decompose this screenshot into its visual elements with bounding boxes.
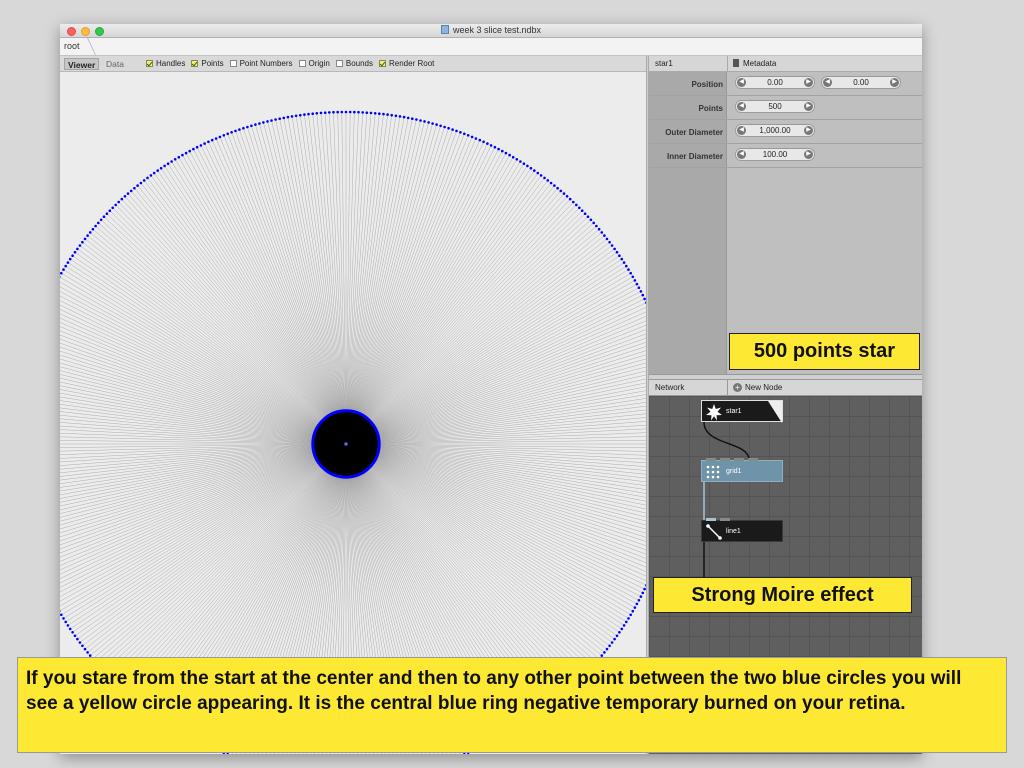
new-node-button[interactable]: + New Node: [733, 383, 782, 392]
node-label: grid1: [726, 468, 742, 475]
outer-diameter-field[interactable]: ◀ 1,000.00 ▶: [735, 124, 815, 137]
decrement-icon[interactable]: ◀: [737, 78, 746, 87]
node-name-label: star1: [655, 59, 673, 68]
header-divider: [727, 380, 728, 396]
point-numbers-label: Point Numbers: [239, 59, 293, 68]
origin-checkbox[interactable]: [298, 60, 306, 67]
viewer-canvas[interactable]: [60, 72, 646, 754]
tab-data[interactable]: Data: [103, 58, 127, 70]
option-points[interactable]: Points: [191, 59, 224, 68]
node-star1[interactable]: star1: [701, 400, 783, 423]
viewer-toolbar: Viewer Data Handles Points Point Numbers Or…: [60, 56, 646, 72]
increment-icon[interactable]: ▶: [804, 102, 813, 111]
node-label: line1: [726, 528, 741, 535]
input-port[interactable]: [706, 458, 716, 461]
tab-viewer[interactable]: Viewer: [64, 58, 100, 70]
grid-icon: [706, 465, 720, 479]
outer-diameter-label: Outer Diameter: [665, 128, 723, 137]
inner-diameter-label: Inner Diameter: [666, 152, 723, 161]
input-port[interactable]: [720, 458, 730, 461]
input-port[interactable]: [720, 518, 730, 521]
breadcrumb-chevron-icon: [78, 38, 96, 55]
input-port[interactable]: [748, 458, 758, 461]
breadcrumb-root[interactable]: root: [64, 41, 80, 51]
metadata-icon: [733, 59, 739, 67]
decrement-icon[interactable]: ◀: [737, 150, 746, 159]
position-y-field[interactable]: ◀ 0.00 ▶: [821, 76, 901, 89]
metadata-button[interactable]: Metadata: [733, 59, 776, 68]
property-row-inner-diameter: Inner Diameter ◀ 100.00 ▶: [649, 144, 922, 168]
property-row-outer-diameter: Outer Diameter ◀ 1,000.00 ▶: [649, 120, 922, 144]
increment-icon[interactable]: ▶: [804, 150, 813, 159]
option-render-root[interactable]: Render Root: [379, 59, 434, 68]
increment-icon[interactable]: ▶: [890, 78, 899, 87]
window-title: week 3 slice test.ndbx: [60, 25, 922, 35]
node-grid1[interactable]: grid1: [701, 458, 783, 482]
line-icon: [706, 524, 722, 540]
node-corner-marker: [768, 401, 782, 423]
bounds-label: Bounds: [345, 59, 373, 68]
connection-star-grid: [703, 421, 750, 461]
bounds-checkbox[interactable]: [335, 60, 343, 67]
position-label: Position: [691, 80, 723, 89]
properties-panel: Position ◀ 0.00 ▶ ◀ 0.00 ▶ Points ◀ 500 ▶ Oute…: [649, 72, 922, 374]
network-label: Network: [655, 383, 685, 392]
star-icon: [706, 404, 722, 421]
node-label: star1: [726, 408, 742, 415]
app-window: week 3 slice test.ndbx root Viewer Data …: [60, 24, 922, 754]
viewer-options: Handles Points Point Numbers Origin Bounds Re…: [146, 59, 440, 68]
property-row-points: Points ◀ 500 ▶: [649, 96, 922, 120]
render-root-label: Render Root: [389, 59, 435, 68]
points-checkbox[interactable]: [191, 60, 199, 67]
handles-checkbox[interactable]: [146, 60, 153, 67]
explanation-note: If you stare from the start at the cente…: [17, 657, 1007, 753]
decrement-icon[interactable]: ◀: [823, 78, 832, 87]
increment-icon[interactable]: ▶: [804, 78, 813, 87]
option-origin[interactable]: Origin: [298, 59, 330, 68]
document-icon: [440, 25, 449, 34]
points-label: Points: [698, 104, 723, 113]
origin-label: Origin: [308, 59, 330, 68]
plus-icon: +: [733, 383, 742, 392]
render-root-checkbox[interactable]: [379, 60, 386, 67]
input-port[interactable]: [706, 518, 716, 521]
points-label: Points: [201, 59, 224, 68]
moire-callout: Strong Moire effect: [653, 577, 912, 613]
point-numbers-checkbox[interactable]: [229, 60, 237, 67]
node-line1[interactable]: line1: [701, 518, 783, 542]
decrement-icon[interactable]: ◀: [737, 102, 746, 111]
option-point-numbers[interactable]: Point Numbers: [229, 59, 293, 68]
center-handle[interactable]: [344, 442, 348, 446]
properties-header: star1 Metadata: [649, 56, 922, 72]
header-divider: [727, 56, 728, 72]
star-drawing: [60, 110, 646, 754]
handles-label: Handles: [156, 59, 186, 68]
input-port[interactable]: [734, 458, 744, 461]
star-callout: 500 points star: [729, 333, 920, 370]
position-x-field[interactable]: ◀ 0.00 ▶: [735, 76, 815, 89]
title-bar: week 3 slice test.ndbx: [60, 24, 922, 38]
increment-icon[interactable]: ▶: [804, 126, 813, 135]
decrement-icon[interactable]: ◀: [737, 126, 746, 135]
option-handles[interactable]: Handles: [146, 59, 185, 68]
option-bounds[interactable]: Bounds: [335, 59, 373, 68]
network-header: Network + New Node: [649, 380, 922, 396]
property-row-position: Position ◀ 0.00 ▶ ◀ 0.00 ▶: [649, 72, 922, 96]
breadcrumb: root: [60, 38, 922, 56]
inner-diameter-field[interactable]: ◀ 100.00 ▶: [735, 148, 815, 161]
points-field[interactable]: ◀ 500 ▶: [735, 100, 815, 113]
